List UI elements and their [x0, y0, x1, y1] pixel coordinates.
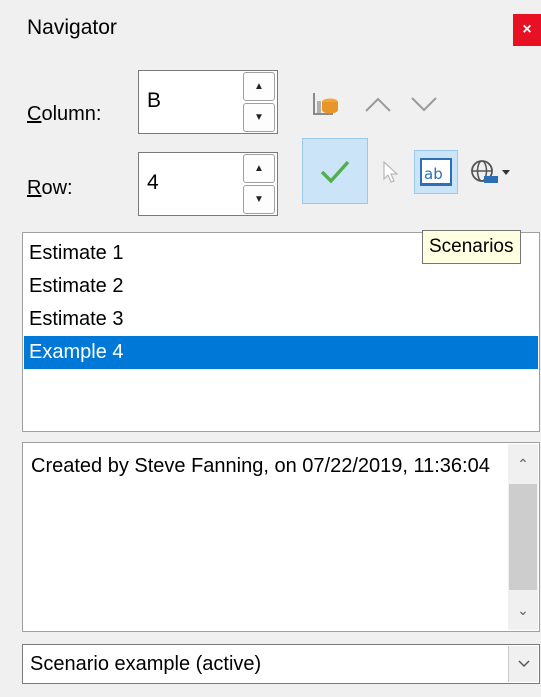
row-value[interactable]: 4	[147, 171, 159, 195]
document-select-dropdown-button[interactable]	[508, 646, 538, 682]
documents-dropdown-button[interactable]	[466, 154, 514, 190]
chevron-down-icon: ⌄	[517, 601, 529, 618]
apply-button[interactable]	[302, 138, 368, 204]
previous-button[interactable]	[358, 84, 398, 124]
scenarios-button[interactable]: ab	[414, 150, 458, 194]
dropdown-arrow-icon	[502, 170, 510, 175]
tooltip: Scenarios	[422, 230, 521, 264]
drag-mode-icon	[383, 160, 399, 183]
column-increment-button[interactable]: ▲	[243, 72, 275, 101]
next-icon	[411, 97, 437, 112]
spin-up-icon: ▲	[254, 81, 264, 92]
row-increment-button[interactable]: ▲	[243, 154, 275, 183]
list-item-selected[interactable]: Example 4	[24, 336, 538, 369]
close-icon: ×	[522, 21, 532, 38]
column-decrement-button[interactable]: ▼	[243, 103, 275, 132]
scenarios-icon: ab	[420, 158, 452, 186]
scroll-down-button[interactable]: ⌄	[508, 590, 538, 630]
list-item[interactable]: Estimate 2	[24, 270, 538, 303]
svg-text:ab: ab	[424, 165, 443, 183]
document-select[interactable]: Scenario example (active)	[22, 644, 540, 684]
window-title: Navigator	[27, 16, 117, 39]
spin-up-icon: ▲	[254, 163, 264, 174]
row-decrement-button[interactable]: ▼	[243, 185, 275, 214]
spin-down-icon: ▼	[254, 112, 264, 123]
scenario-comment-box[interactable]: Created by Steve Fanning, on 07/22/2019,…	[22, 442, 540, 632]
documents-icon	[471, 160, 498, 183]
data-ranges-button[interactable]	[304, 84, 344, 124]
data-ranges-icon	[313, 93, 338, 115]
scroll-up-button[interactable]: ⌃	[508, 444, 538, 484]
list-item[interactable]: Estimate 3	[24, 303, 538, 336]
close-button[interactable]: ×	[513, 14, 541, 46]
chevron-down-icon	[517, 660, 530, 668]
drag-mode-button[interactable]	[374, 156, 406, 188]
column-label: Column:	[27, 103, 102, 125]
document-select-value: Scenario example (active)	[30, 653, 262, 675]
column-value[interactable]: B	[147, 89, 161, 113]
previous-icon	[365, 97, 391, 112]
scroll-thumb[interactable]	[509, 484, 537, 590]
title-bar: Navigator ×	[0, 0, 541, 56]
chevron-up-icon: ⌃	[517, 455, 529, 472]
apply-icon	[320, 160, 350, 184]
row-label: Row:	[27, 177, 73, 199]
row-spinbox[interactable]: 4 ▲ ▼	[138, 152, 278, 216]
column-spinbox[interactable]: B ▲ ▼	[138, 70, 278, 134]
scenario-comment-text: Created by Steve Fanning, on 07/22/2019,…	[31, 455, 490, 477]
vertical-scrollbar[interactable]: ⌃ ⌄	[508, 444, 538, 630]
next-button[interactable]	[404, 84, 444, 124]
spin-down-icon: ▼	[254, 194, 264, 205]
